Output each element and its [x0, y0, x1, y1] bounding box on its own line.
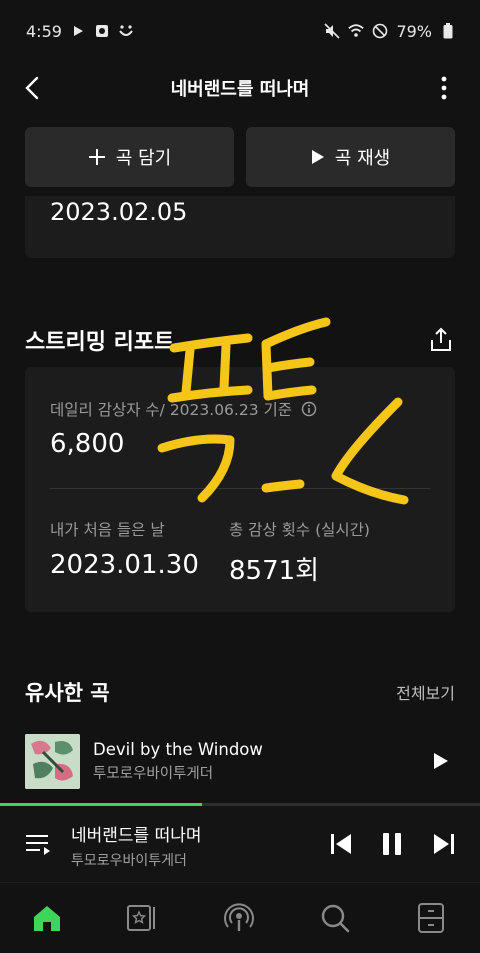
wifi-icon: [348, 23, 365, 39]
plus-icon: [88, 149, 105, 165]
add-song-button[interactable]: 곡 담기: [25, 127, 234, 187]
total-plays-value: 8571회: [229, 556, 320, 586]
playlist-icon: [26, 835, 50, 855]
play-song-button[interactable]: 곡 재생: [246, 127, 455, 187]
nav-storage[interactable]: [414, 901, 448, 935]
streaming-report-card: 데일리 감상자 수/ 2023.06.23 기준 6,800 내가 처음 들은 …: [25, 367, 455, 612]
skip-previous-icon: [331, 834, 351, 854]
view-all-link[interactable]: 전체보기: [396, 680, 455, 704]
queue-button[interactable]: [24, 830, 52, 858]
release-date: 2023.02.05: [50, 198, 188, 226]
pause-button[interactable]: [378, 830, 406, 858]
top-app-bar: 네버랜드를 떠나며: [0, 62, 480, 114]
info-icon[interactable]: [301, 401, 317, 417]
add-song-label: 곡 담기: [115, 148, 172, 169]
similar-songs-title: 유사한 곡: [25, 681, 110, 705]
mini-player[interactable]: 네버랜드를 떠나며 투모로우바이투게더: [0, 806, 480, 882]
play-icon: [311, 150, 324, 164]
status-right: 79%: [324, 22, 456, 41]
nav-podcast[interactable]: [222, 901, 256, 935]
nav-home[interactable]: [30, 901, 64, 935]
more-options-button[interactable]: [434, 74, 454, 102]
now-playing-meta[interactable]: 네버랜드를 떠나며 투모로우바이투게더: [71, 821, 202, 870]
smile-notification-icon: [118, 23, 134, 39]
back-button[interactable]: [20, 74, 48, 102]
mute-icon: [324, 23, 341, 39]
divider: [50, 488, 430, 489]
play-similar-button[interactable]: [427, 747, 455, 775]
now-playing-artist: 투모로우바이투게더: [71, 853, 187, 869]
next-button[interactable]: [430, 830, 458, 858]
storage-icon: [418, 903, 444, 933]
home-icon: [34, 906, 60, 931]
bottom-navigation: [0, 882, 480, 953]
battery-percent: 79%: [396, 21, 432, 41]
share-icon: [431, 327, 451, 351]
chevron-left-icon: [25, 76, 39, 100]
status-bar: 4:59 79%: [0, 0, 480, 62]
total-plays-label: 총 감상 횟수 (실시간): [229, 521, 370, 539]
status-time: 4:59: [26, 21, 62, 41]
song-meta: Devil by the Window 투모로우바이투게더: [93, 740, 427, 783]
similar-songs-header: 유사한 곡 전체보기: [25, 672, 455, 712]
nav-search[interactable]: [318, 901, 352, 935]
play-status-icon: [70, 23, 86, 39]
play-song-label: 곡 재생: [334, 148, 391, 169]
battery-icon: [440, 23, 456, 39]
nav-library[interactable]: [124, 901, 158, 935]
release-info-card: 2023.02.05: [25, 196, 455, 258]
skip-next-icon: [434, 834, 454, 854]
search-icon: [321, 904, 350, 933]
song-title: Devil by the Window: [93, 739, 263, 759]
first-listen-label: 내가 처음 들은 날: [50, 521, 165, 539]
streaming-report-header: 스트리밍 리포트: [25, 320, 455, 360]
previous-button[interactable]: [327, 830, 355, 858]
list-item[interactable]: Devil by the Window 투모로우바이투게더: [25, 733, 455, 789]
pause-icon: [383, 833, 401, 855]
first-listen-value: 2023.01.30: [50, 550, 199, 580]
dnd-icon: [372, 23, 388, 39]
now-playing-title: 네버랜드를 떠나며: [71, 826, 202, 846]
play-icon: [434, 753, 448, 769]
podcast-icon: [224, 903, 254, 931]
streaming-report-title: 스트리밍 리포트: [25, 330, 175, 355]
library-icon: [127, 905, 155, 931]
daily-listeners-value: 6,800: [50, 429, 125, 459]
share-button[interactable]: [427, 326, 455, 354]
song-artist: 투모로우바이투게더: [93, 765, 214, 782]
page-title: 네버랜드를 떠나며: [170, 79, 310, 100]
status-left: 4:59: [26, 22, 134, 41]
album-art: [25, 733, 80, 789]
daily-listeners-label: 데일리 감상자 수/ 2023.06.23 기준: [50, 398, 317, 420]
more-vertical-icon: [441, 76, 447, 100]
app-notification-icon: [94, 23, 110, 39]
song-actions: 곡 담기 곡 재생: [25, 127, 455, 187]
